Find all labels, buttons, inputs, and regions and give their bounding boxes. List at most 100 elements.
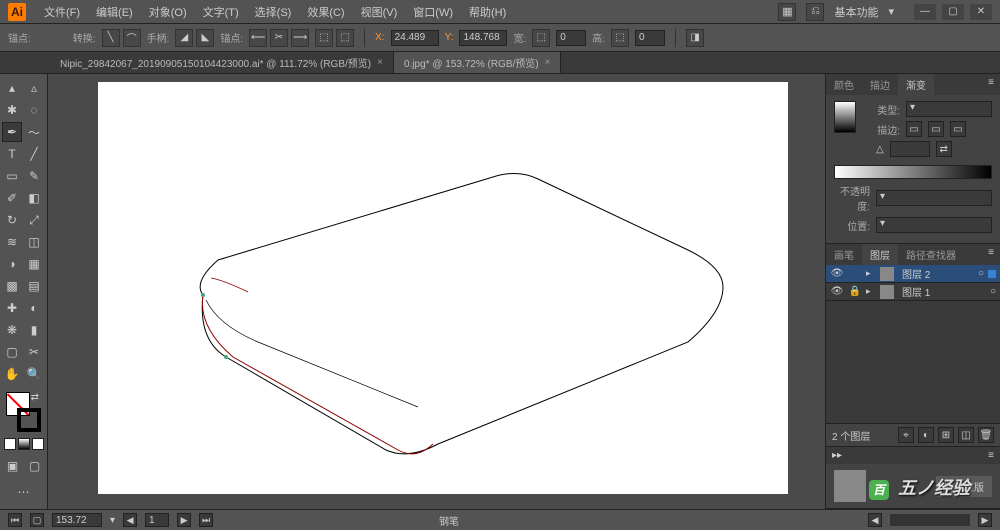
convert-smooth-icon[interactable]: ⌒ bbox=[123, 29, 141, 47]
layer-row[interactable]: 👁 🔒 ▸ 图层 1 ○ bbox=[826, 283, 1000, 301]
fill-stroke-swatches[interactable]: ⇄ bbox=[2, 392, 45, 432]
h-input[interactable] bbox=[635, 30, 665, 46]
align-h-icon[interactable]: ⬚ bbox=[315, 29, 333, 47]
last-artboard-icon[interactable]: ⏭ bbox=[199, 513, 213, 527]
zoom-input[interactable] bbox=[52, 513, 102, 527]
stroke-within-icon[interactable]: ▭ bbox=[906, 121, 922, 137]
menu-window[interactable]: 窗口(W) bbox=[405, 0, 461, 24]
color-mode-gradient[interactable] bbox=[18, 438, 30, 450]
canvas-area[interactable] bbox=[48, 74, 825, 509]
panel-menu-icon[interactable]: ≡ bbox=[982, 244, 1000, 265]
menu-help[interactable]: 帮助(H) bbox=[461, 0, 514, 24]
target-icon[interactable]: ○ bbox=[990, 286, 996, 297]
menu-type[interactable]: 文字(T) bbox=[195, 0, 247, 24]
hand-tool[interactable]: ✋ bbox=[2, 364, 22, 384]
link-wh-icon[interactable]: ⬚ bbox=[532, 29, 550, 47]
panel-menu-icon[interactable]: ≡ bbox=[982, 447, 1000, 464]
position-dropdown[interactable]: ▾ bbox=[876, 217, 992, 233]
gradient-slider[interactable] bbox=[834, 165, 992, 179]
pencil-tool[interactable]: ✐ bbox=[2, 188, 22, 208]
rotate-tool[interactable]: ↻ bbox=[2, 210, 22, 230]
gradient-tool[interactable]: ▤ bbox=[24, 276, 44, 296]
type-tool[interactable]: T bbox=[2, 144, 22, 164]
opacity-dropdown[interactable]: ▾ bbox=[876, 190, 992, 206]
scrollbar-horizontal[interactable] bbox=[890, 514, 970, 526]
perspective-grid-tool[interactable]: ▦ bbox=[24, 254, 44, 274]
magic-wand-tool[interactable]: ✱ bbox=[2, 100, 22, 120]
layer-name[interactable]: 图层 2 bbox=[898, 266, 974, 281]
free-transform-tool[interactable]: ◫ bbox=[24, 232, 44, 252]
panel-menu-icon[interactable]: ≡ bbox=[982, 74, 1000, 95]
zoom-tool[interactable]: 🔍 bbox=[24, 364, 44, 384]
lock-icon[interactable]: 🔒 bbox=[848, 285, 862, 299]
tab-close-icon[interactable]: × bbox=[377, 57, 383, 68]
make-mask-button[interactable]: 制作蒙版 bbox=[936, 476, 992, 497]
layer-row[interactable]: 👁 ▸ 图层 2 ○ bbox=[826, 265, 1000, 283]
gradient-type-dropdown[interactable]: ▾ bbox=[906, 101, 992, 117]
mesh-tool[interactable]: ▩ bbox=[2, 276, 22, 296]
panel-tab-stroke[interactable]: 描边 bbox=[862, 74, 898, 95]
menu-file[interactable]: 文件(F) bbox=[36, 0, 88, 24]
cut-path-icon[interactable]: ✂ bbox=[270, 29, 288, 47]
artboard-nav-first-icon[interactable]: ⏮ bbox=[8, 513, 22, 527]
visibility-icon[interactable]: 👁 bbox=[830, 267, 844, 281]
workspace-label[interactable]: 基本功能 bbox=[834, 4, 878, 20]
rectangle-tool[interactable]: ▭ bbox=[2, 166, 22, 186]
blend-tool[interactable]: ◐ bbox=[24, 298, 44, 318]
convert-corner-icon[interactable]: ╲ bbox=[102, 29, 120, 47]
selection-tool[interactable]: ▴ bbox=[2, 78, 22, 98]
swap-fill-stroke-icon[interactable]: ⇄ bbox=[31, 392, 39, 403]
tab-close-icon[interactable]: × bbox=[545, 57, 551, 68]
expand-icon[interactable]: ▸ bbox=[866, 268, 876, 279]
color-mode-none[interactable] bbox=[32, 438, 44, 450]
lasso-tool[interactable]: ◌ bbox=[24, 100, 44, 120]
panel-tab-color[interactable]: 颜色 bbox=[826, 74, 862, 95]
menu-select[interactable]: 选择(S) bbox=[247, 0, 300, 24]
new-sublayer-icon[interactable]: ⊞ bbox=[938, 427, 954, 443]
scale-tool[interactable]: ⤢ bbox=[24, 210, 44, 230]
color-mode-fill[interactable] bbox=[4, 438, 16, 450]
stroke-swatch[interactable] bbox=[17, 408, 41, 432]
window-minimize[interactable]: — bbox=[914, 4, 936, 20]
link-wh2-icon[interactable]: ⬚ bbox=[611, 29, 629, 47]
menu-object[interactable]: 对象(O) bbox=[141, 0, 195, 24]
delete-layer-icon[interactable]: 🗑 bbox=[978, 427, 994, 443]
width-tool[interactable]: ≋ bbox=[2, 232, 22, 252]
expand-icon[interactable]: ▸ bbox=[866, 286, 876, 297]
menu-edit[interactable]: 编辑(E) bbox=[88, 0, 141, 24]
panel-tab-brushes[interactable]: 画笔 bbox=[826, 244, 862, 265]
artboard[interactable] bbox=[98, 82, 788, 494]
layout-dropdown-btn[interactable]: ▦ bbox=[778, 3, 796, 21]
zoom-dropdown-icon[interactable]: ▾ bbox=[110, 515, 115, 526]
artboard-number[interactable] bbox=[145, 513, 169, 527]
visibility-icon[interactable]: 👁 bbox=[830, 285, 844, 299]
screen-mode-icon[interactable]: ▢ bbox=[30, 513, 44, 527]
new-layer-icon[interactable]: ◫ bbox=[958, 427, 974, 443]
menu-view[interactable]: 视图(V) bbox=[353, 0, 406, 24]
lock-icon[interactable] bbox=[848, 267, 862, 281]
slice-tool[interactable]: ✂ bbox=[24, 342, 44, 362]
screen-mode-normal[interactable]: ▣ bbox=[3, 456, 23, 476]
prev-artboard-icon[interactable]: ◀ bbox=[123, 513, 137, 527]
screen-mode-full[interactable]: ▢ bbox=[25, 456, 45, 476]
pen-tool[interactable]: ✒ bbox=[2, 122, 22, 142]
handle-show-icon[interactable]: ◢ bbox=[175, 29, 193, 47]
panel-tab-layers[interactable]: 图层 bbox=[862, 244, 898, 265]
locate-object-icon[interactable]: ⌖ bbox=[898, 427, 914, 443]
panel-tab-gradient[interactable]: 渐变 bbox=[898, 74, 934, 95]
scroll-right-icon[interactable]: ▶ bbox=[978, 513, 992, 527]
window-close[interactable]: ✕ bbox=[970, 4, 992, 20]
direct-selection-tool[interactable]: ▵ bbox=[24, 78, 44, 98]
isolate-icon[interactable]: ◨ bbox=[686, 29, 704, 47]
collapse-icon[interactable]: ▸▸ bbox=[826, 447, 848, 464]
eyedropper-tool[interactable]: ✚ bbox=[2, 298, 22, 318]
object-thumbnail[interactable] bbox=[834, 470, 866, 502]
align-v-icon[interactable]: ⬚ bbox=[336, 29, 354, 47]
tab-document-1[interactable]: Nipic_29842067_20190905150104423000.ai* … bbox=[50, 52, 394, 73]
remove-anchor-icon[interactable]: ⟵ bbox=[249, 29, 267, 47]
workspace-chevron-icon[interactable]: ▾ bbox=[888, 5, 894, 18]
edit-toolbar[interactable]: ⋯ bbox=[14, 482, 34, 502]
line-tool[interactable]: ╱ bbox=[24, 144, 44, 164]
gradient-preview[interactable] bbox=[834, 101, 856, 133]
stroke-along-icon[interactable]: ▭ bbox=[928, 121, 944, 137]
